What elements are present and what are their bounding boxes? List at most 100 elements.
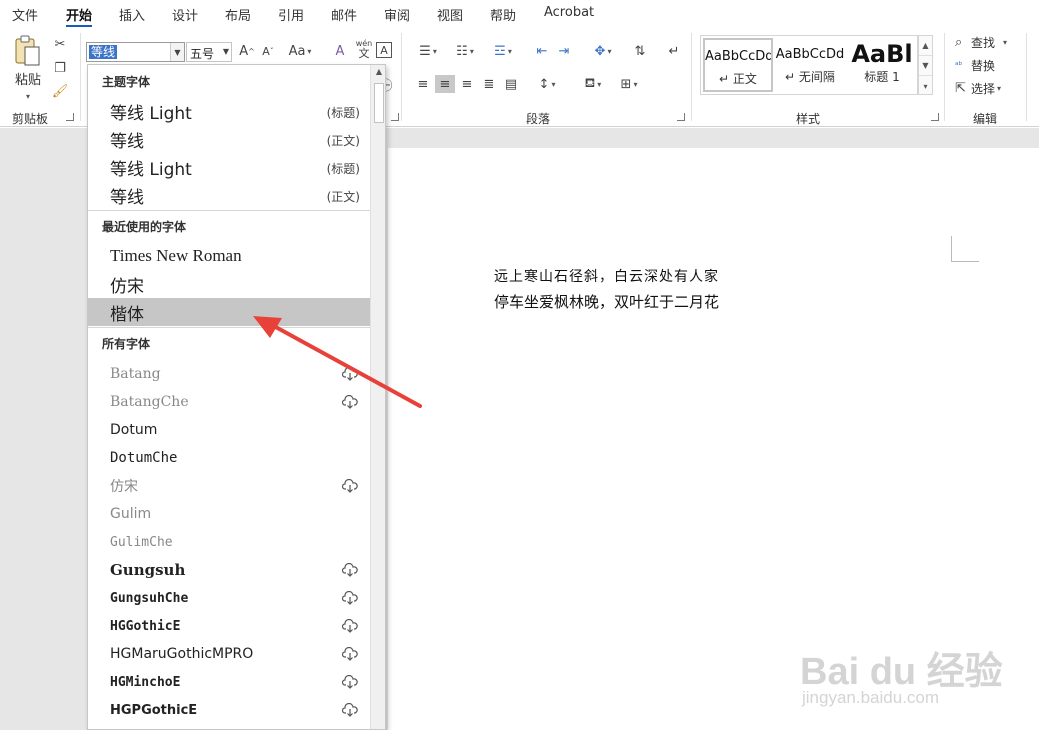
- font-option[interactable]: BatangChe: [88, 388, 370, 416]
- format-painter-button[interactable]: 🖌: [50, 82, 70, 100]
- copy-button[interactable]: ❐: [50, 59, 70, 77]
- font-dropdown-list: 主题字体 等线 Light (标题) 等线 (正文) 等线 Light (标题)…: [87, 64, 386, 730]
- find-button[interactable]: ⌕ 查找 ▾: [955, 34, 1007, 51]
- replace-button[interactable]: ᵃᵇ 替换: [955, 57, 995, 74]
- font-option[interactable]: GungsuhChe: [88, 584, 370, 612]
- chevron-up-icon[interactable]: ▲: [371, 67, 385, 79]
- paragraph-launcher-icon[interactable]: [677, 113, 685, 121]
- font-launcher-icon[interactable]: [391, 113, 399, 121]
- select-label: 选择: [971, 82, 996, 96]
- increase-indent-button[interactable]: ⇥: [554, 42, 574, 60]
- multilevel-list-button[interactable]: ☲ ▾: [488, 42, 518, 60]
- show-marks-button[interactable]: ↵: [664, 42, 684, 60]
- chevron-down-icon[interactable]: ▼: [170, 43, 184, 61]
- clipboard-icon: [15, 35, 40, 66]
- expand-gallery-icon[interactable]: ▾: [919, 76, 932, 96]
- font-option-dengxian-light[interactable]: 等线 Light (标题): [88, 97, 370, 125]
- tab-review[interactable]: 审阅: [384, 5, 410, 24]
- font-name-input[interactable]: 等线: [89, 45, 118, 59]
- style-name: 标题 1: [864, 70, 900, 84]
- scrollbar-thumb[interactable]: [374, 83, 384, 123]
- font-option[interactable]: HGGothicE: [88, 612, 370, 640]
- font-option-label: HGPGothicE: [110, 702, 198, 718]
- grow-font-button[interactable]: A ^: [237, 42, 257, 60]
- distributed-button[interactable]: ▤: [501, 75, 521, 93]
- asian-layout-button[interactable]: ✥ ▾: [588, 42, 618, 60]
- cloud-download-icon: [342, 395, 358, 409]
- style-no-spacing[interactable]: AaBbCcDd ↵ 无间隔: [775, 38, 845, 92]
- style-normal[interactable]: AaBbCcDd ↵ 正文: [703, 38, 773, 92]
- font-option-dengxian[interactable]: 等线 (正文): [88, 125, 370, 153]
- chevron-down-icon[interactable]: ▼: [919, 56, 932, 76]
- tab-file[interactable]: 文件: [12, 5, 38, 24]
- align-center-button[interactable]: ≡: [435, 75, 455, 93]
- shrink-font-button[interactable]: Aˇ: [258, 42, 278, 60]
- tab-home[interactable]: 开始: [66, 5, 92, 24]
- phonetic-guide-button[interactable]: wén 文: [354, 39, 374, 59]
- styles-gallery: AaBbCcDd ↵ 正文 AaBbCcDd ↵ 无间隔 AaBl 标题 1: [700, 35, 918, 95]
- font-option[interactable]: 仿宋: [88, 472, 370, 500]
- character-border-button[interactable]: A: [376, 42, 392, 58]
- tab-layout[interactable]: 布局: [225, 5, 251, 24]
- font-option[interactable]: HGMinchoE: [88, 668, 370, 696]
- cloud-download-icon: [342, 367, 358, 381]
- font-name-combobox[interactable]: 等线 ▼: [86, 42, 185, 62]
- paste-button[interactable]: 粘贴 ▾: [10, 35, 46, 101]
- document-line[interactable]: 远上寒山石径斜，白云深处有人家: [494, 266, 719, 286]
- cloud-download-icon: [342, 619, 358, 633]
- sort-button[interactable]: ⇅: [630, 42, 650, 60]
- bullets-button[interactable]: ☰ ▾: [413, 42, 443, 60]
- font-option-times-new-roman[interactable]: Times New Roman: [88, 242, 370, 270]
- tab-insert[interactable]: 插入: [119, 5, 145, 24]
- tab-references[interactable]: 引用: [278, 5, 304, 24]
- asian-layout-icon: ✥: [594, 43, 606, 59]
- font-option[interactable]: GulimChe: [88, 528, 370, 556]
- font-option-dengxian[interactable]: 等线 (正文): [88, 181, 370, 209]
- style-heading-1[interactable]: AaBl 标题 1: [847, 38, 917, 92]
- align-left-button[interactable]: ≡: [413, 75, 433, 93]
- font-option-dengxian-light[interactable]: 等线 Light (标题): [88, 153, 370, 181]
- chevron-up-icon[interactable]: ▲: [919, 36, 932, 56]
- font-option[interactable]: HGMaruGothicMPRO: [88, 640, 370, 668]
- tab-help[interactable]: 帮助: [490, 5, 516, 24]
- numbering-button[interactable]: ☷ ▾: [450, 42, 480, 60]
- tab-mailings[interactable]: 邮件: [331, 5, 357, 24]
- font-option[interactable]: Dotum: [88, 416, 370, 444]
- document-line[interactable]: 停车坐爱枫林晚，双叶红于二月花: [494, 291, 719, 312]
- dropdown-scrollbar[interactable]: ▲: [370, 65, 385, 729]
- clear-formatting-button[interactable]: A: [330, 42, 350, 60]
- font-option[interactable]: Gungsuh: [88, 556, 370, 584]
- section-divider: [88, 327, 370, 328]
- change-case-button[interactable]: Aa ▾: [285, 42, 315, 60]
- font-size-input[interactable]: 五号: [190, 47, 214, 61]
- shading-button[interactable]: ⛾ ▾: [578, 75, 608, 93]
- tab-view[interactable]: 视图: [437, 5, 463, 24]
- styles-scroller[interactable]: ▲ ▼ ▾: [918, 35, 933, 95]
- font-option-label: GungsuhChe: [110, 590, 189, 606]
- font-option-fangsong[interactable]: 仿宋: [88, 270, 370, 298]
- line-spacing-button[interactable]: ↕ ▾: [532, 75, 562, 93]
- font-option-kaiti[interactable]: 楷体: [88, 298, 370, 326]
- clipboard-launcher-icon[interactable]: [66, 113, 74, 121]
- font-option-label: Gungsuh: [110, 561, 186, 579]
- select-button[interactable]: ⇱ 选择 ▾: [955, 80, 1001, 97]
- font-option[interactable]: Gulim: [88, 500, 370, 528]
- align-right-button[interactable]: ≡: [457, 75, 477, 93]
- font-option[interactable]: HGPGothicE: [88, 696, 370, 724]
- font-option[interactable]: DotumChe: [88, 444, 370, 472]
- font-option-label: Gulim: [110, 506, 152, 522]
- cut-button[interactable]: ✂: [50, 35, 70, 53]
- font-option-label: DotumChe: [110, 450, 178, 466]
- margin-corner-mark: [951, 236, 979, 262]
- decrease-indent-button[interactable]: ⇤: [532, 42, 552, 60]
- styles-launcher-icon[interactable]: [931, 113, 939, 121]
- cloud-download-icon: [342, 647, 358, 661]
- borders-button[interactable]: ⊞ ▾: [614, 75, 644, 93]
- tab-acrobat[interactable]: Acrobat: [544, 5, 594, 20]
- cloud-download-icon: [342, 479, 358, 493]
- tab-design[interactable]: 设计: [172, 5, 198, 24]
- chevron-down-icon[interactable]: ▼: [223, 47, 229, 56]
- font-option[interactable]: Batang: [88, 360, 370, 388]
- font-size-combobox[interactable]: 五号 ▼: [186, 42, 232, 62]
- justify-button[interactable]: ≣: [479, 75, 499, 93]
